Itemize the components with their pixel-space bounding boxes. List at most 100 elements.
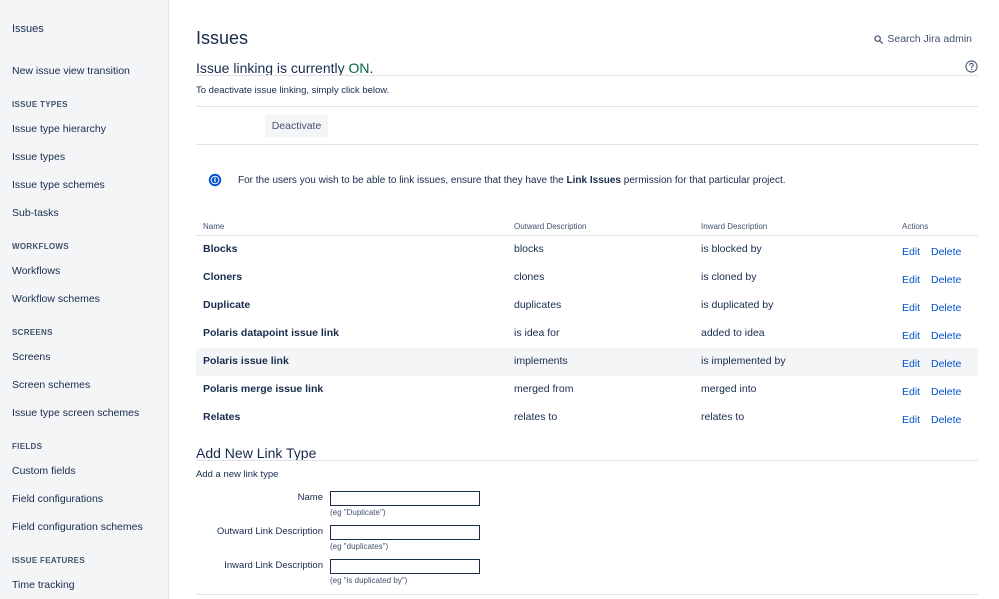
info-text-suffix: permission for that particular project. xyxy=(620,174,786,186)
table-row: Cloners clones is cloned by Edit Delete xyxy=(196,264,978,292)
divider xyxy=(196,106,978,107)
outward-description: relates to xyxy=(514,411,558,423)
link-name: Cloners xyxy=(203,271,243,283)
delete-link[interactable]: Delete xyxy=(931,302,961,314)
inward-description: is duplicated by xyxy=(701,299,774,311)
linking-status-on: ON xyxy=(348,60,370,76)
info-text: For the users you wish to be able to lin… xyxy=(238,175,786,186)
delete-link[interactable]: Delete xyxy=(931,246,961,258)
inward-description: relates to xyxy=(701,411,745,423)
inward-description: merged into xyxy=(701,383,757,395)
outward-description-field-hint: (eg "duplicates") xyxy=(330,542,389,551)
edit-link[interactable]: Edit xyxy=(902,414,920,426)
issue-linking-status-title: Issue linking is currently ON. xyxy=(196,60,373,76)
sidebar-item-custom-fields[interactable]: Custom fields xyxy=(12,465,76,477)
linking-title-suffix: . xyxy=(369,60,374,76)
name-field-label: Name xyxy=(297,492,323,503)
main-content: Issues Search Jira admin Issue linking i… xyxy=(196,0,978,599)
sidebar-item-issue-type-schemes[interactable]: Issue type schemes xyxy=(12,179,105,191)
sidebar-item-screen-schemes[interactable]: Screen schemes xyxy=(12,379,90,391)
deactivate-button[interactable]: Deactivate xyxy=(265,115,328,137)
table-row: Polaris issue link implements is impleme… xyxy=(196,348,978,376)
column-header-outward: Outward Description xyxy=(514,222,587,231)
divider xyxy=(196,144,978,145)
name-field-hint: (eg "Duplicate") xyxy=(330,508,386,517)
sidebar-item-screens[interactable]: Screens xyxy=(12,351,51,363)
page-title: Issues xyxy=(196,28,249,48)
inward-description-field-hint: (eg "is duplicated by") xyxy=(330,576,408,585)
outward-description: merged from xyxy=(514,383,574,395)
link-name: Polaris datapoint issue link xyxy=(203,327,339,339)
table-row: Relates relates to relates to Edit Delet… xyxy=(196,404,978,432)
sidebar-heading-screens: SCREENS xyxy=(12,328,53,337)
sidebar-item-issue-types[interactable]: Issue types xyxy=(12,151,65,163)
inward-description-field-label: Inward Link Description xyxy=(224,560,323,571)
table-row: Polaris merge issue link merged from mer… xyxy=(196,376,978,404)
divider xyxy=(196,75,978,76)
info-text-bold: Link Issues xyxy=(566,174,621,186)
delete-link[interactable]: Delete xyxy=(931,330,961,342)
sidebar-heading-fields: FIELDS xyxy=(12,442,43,451)
link-name: Relates xyxy=(203,411,241,423)
link-name: Polaris merge issue link xyxy=(203,383,324,395)
outward-description: is idea for xyxy=(514,327,560,339)
link-name: Polaris issue link xyxy=(203,355,289,367)
sidebar-item-field-configurations[interactable]: Field configurations xyxy=(12,493,103,505)
inward-description: added to idea xyxy=(701,327,765,339)
outward-description: clones xyxy=(514,271,545,283)
sidebar-item-workflow-schemes[interactable]: Workflow schemes xyxy=(12,293,100,305)
info-icon xyxy=(208,173,222,187)
add-link-type-title: Add New Link Type xyxy=(196,445,317,461)
inward-description-input[interactable] xyxy=(330,559,480,574)
link-name: Duplicate xyxy=(203,299,251,311)
table-row: Blocks blocks is blocked by Edit Delete xyxy=(196,236,978,264)
edit-link[interactable]: Edit xyxy=(902,386,920,398)
delete-link[interactable]: Delete xyxy=(931,274,961,286)
divider xyxy=(196,460,978,461)
table-row: Polaris datapoint issue link is idea for… xyxy=(196,320,978,348)
name-input[interactable] xyxy=(330,491,480,506)
sidebar-item-time-tracking[interactable]: Time tracking xyxy=(12,579,75,591)
sidebar-item-sub-tasks[interactable]: Sub-tasks xyxy=(12,207,59,219)
column-header-actions: Actions xyxy=(902,222,929,231)
sidebar-item-issue-type-screen-schemes[interactable]: Issue type screen schemes xyxy=(12,407,139,419)
search-icon xyxy=(874,34,884,44)
outward-description: blocks xyxy=(514,243,544,255)
inward-description: is blocked by xyxy=(701,243,762,255)
sidebar-heading-issue-types: ISSUE TYPES xyxy=(12,100,68,109)
inward-description: is implemented by xyxy=(701,355,786,367)
sidebar-heading-workflows: WORKFLOWS xyxy=(12,242,69,251)
admin-sidebar: Issues New issue view transition ISSUE T… xyxy=(0,0,169,599)
edit-link[interactable]: Edit xyxy=(902,246,920,258)
delete-link[interactable]: Delete xyxy=(931,386,961,398)
sidebar-item-field-configuration-schemes[interactable]: Field configuration schemes xyxy=(12,521,143,533)
link-name: Blocks xyxy=(203,243,238,255)
edit-link[interactable]: Edit xyxy=(902,330,920,342)
sidebar-heading-issue-features: ISSUE FEATURES xyxy=(12,556,85,565)
edit-link[interactable]: Edit xyxy=(902,274,920,286)
help-icon[interactable] xyxy=(965,60,978,73)
add-link-type-description: Add a new link type xyxy=(196,469,279,480)
edit-link[interactable]: Edit xyxy=(902,302,920,314)
search-jira-admin-label: Search Jira admin xyxy=(887,33,972,45)
edit-link[interactable]: Edit xyxy=(902,358,920,370)
outward-description-input[interactable] xyxy=(330,525,480,540)
search-jira-admin-link[interactable]: Search Jira admin xyxy=(874,33,972,45)
sidebar-item-workflows[interactable]: Workflows xyxy=(12,265,60,277)
sidebar-item-issue-type-hierarchy[interactable]: Issue type hierarchy xyxy=(12,123,106,135)
outward-description-field-label: Outward Link Description xyxy=(216,526,323,537)
delete-link[interactable]: Delete xyxy=(931,414,961,426)
outward-description: implements xyxy=(514,355,568,367)
linking-title-prefix: Issue linking is currently xyxy=(196,60,349,76)
divider xyxy=(196,594,978,595)
outward-description: duplicates xyxy=(514,299,562,311)
inward-description: is cloned by xyxy=(701,271,757,283)
sidebar-title: Issues xyxy=(12,23,44,35)
info-text-prefix: For the users you wish to be able to lin… xyxy=(238,174,567,186)
table-row: Duplicate duplicates is duplicated by Ed… xyxy=(196,292,978,320)
deactivate-description: To deactivate issue linking, simply clic… xyxy=(196,85,390,96)
column-header-inward: Inward Description xyxy=(701,222,768,231)
info-message: For the users you wish to be able to lin… xyxy=(208,173,786,187)
sidebar-item-new-issue-view-transition[interactable]: New issue view transition xyxy=(12,65,130,77)
delete-link[interactable]: Delete xyxy=(931,358,961,370)
